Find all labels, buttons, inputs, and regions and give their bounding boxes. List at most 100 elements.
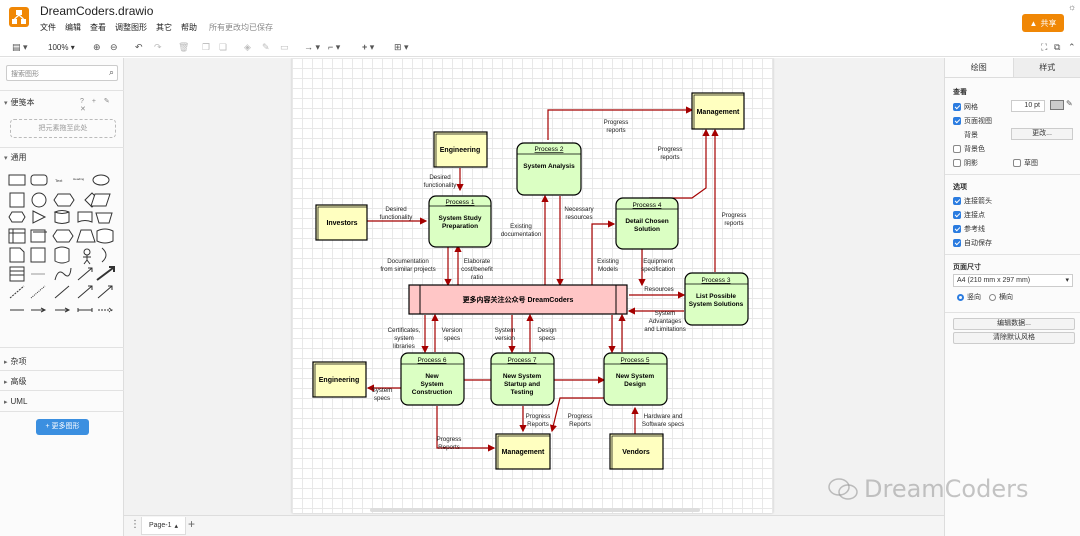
- zoom-select[interactable]: 100% ▾: [48, 40, 75, 54]
- more-shapes-button[interactable]: + 更多图形: [36, 419, 89, 435]
- grid-label: 网格: [964, 104, 978, 111]
- general-title: 通用: [10, 153, 27, 162]
- connection-points-label: 连接点: [964, 212, 985, 219]
- add-page-icon[interactable]: +: [188, 517, 195, 531]
- search-icon[interactable]: ⌕: [109, 67, 114, 78]
- paper-size-select[interactable]: A4 (210 mm x 297 mm) ▾: [953, 274, 1073, 287]
- to-back-icon[interactable]: ❏: [219, 40, 227, 54]
- chevron-down-icon: ▾: [1065, 277, 1069, 284]
- format-tabs: 绘图 样式: [945, 58, 1080, 78]
- theme-icon[interactable]: ☼: [1068, 2, 1076, 12]
- line-color-icon[interactable]: ✎: [262, 40, 270, 54]
- canvas-area[interactable]: Management Engineering Investors Enginee…: [124, 58, 944, 515]
- tab-style[interactable]: 样式: [1012, 58, 1080, 78]
- tab-diagram[interactable]: 绘图: [945, 58, 1013, 78]
- shadow-icon[interactable]: ▭: [280, 40, 289, 54]
- process-5-id: Process 5: [621, 357, 650, 364]
- advanced-header[interactable]: ▸ 高级: [4, 376, 27, 387]
- process-6-node: Process 6 New System Construction: [400, 352, 465, 406]
- split-icon[interactable]: ⧉: [1054, 40, 1060, 54]
- clear-default-style-button[interactable]: 清除默认风格: [953, 332, 1075, 344]
- shadow-checkbox[interactable]: 阴影: [953, 158, 978, 168]
- change-background-button[interactable]: 更改...: [1011, 128, 1073, 140]
- connection-points-checkbox[interactable]: 连接点: [953, 210, 985, 220]
- redo-icon[interactable]: ↷: [154, 40, 162, 54]
- page-menu-icon[interactable]: ⋮: [130, 519, 140, 530]
- general-header[interactable]: ▾ 通用: [4, 152, 27, 163]
- chevron-down-icon: ▾: [4, 154, 8, 162]
- to-front-icon[interactable]: ❐: [202, 40, 210, 54]
- svg-text:system: system: [394, 335, 414, 342]
- svg-text:Elaborate: Elaborate: [464, 258, 491, 265]
- investors-node: Investors: [315, 204, 368, 241]
- svg-text:Startup and: Startup and: [504, 381, 540, 388]
- save-status[interactable]: 所有更改均已保存: [209, 22, 273, 33]
- scratchpad-header[interactable]: ▾ 便笺本: [4, 97, 35, 108]
- sketch-checkbox[interactable]: 草图: [1013, 158, 1038, 168]
- checkbox-unchecked-icon: [953, 159, 961, 167]
- data-store-label: 更多内容关注公众号 DreamCoders: [463, 295, 574, 304]
- background-label: 背景: [964, 132, 978, 139]
- svg-text:cost/benefit: cost/benefit: [461, 266, 493, 273]
- zoom-out-icon[interactable]: ⊖: [110, 40, 118, 54]
- menu-arrange[interactable]: 调整图形: [115, 22, 147, 33]
- insert-icon[interactable]: + ▾: [362, 40, 374, 54]
- menu-edit[interactable]: 编辑: [65, 22, 81, 33]
- landscape-radio[interactable]: 横向: [989, 292, 1013, 302]
- page-view-checkbox[interactable]: 页面视图: [953, 116, 992, 126]
- search-input[interactable]: 搜索图形 ⌕: [6, 65, 118, 81]
- autosave-checkbox[interactable]: 自动保存: [953, 238, 992, 248]
- svg-text:from similar projects: from similar projects: [380, 266, 435, 273]
- bg-color-label: 背景色: [964, 146, 985, 153]
- process-6-id: Process 6: [418, 357, 447, 364]
- grid-checkbox[interactable]: 网格: [953, 102, 978, 112]
- svg-text:Detail Chosen: Detail Chosen: [625, 218, 668, 225]
- scratchpad-dropzone[interactable]: 把元素拖至此处: [10, 119, 116, 138]
- cylinder-shape-icon: [53, 210, 70, 224]
- trapezoid-shape-icon: [76, 229, 96, 243]
- file-title[interactable]: DreamCoders.drawio: [40, 4, 153, 18]
- delete-icon[interactable]: 🗑: [178, 40, 189, 54]
- grid-size-input[interactable]: 10 pt: [1011, 100, 1045, 112]
- share-button[interactable]: ▲ 共享: [1022, 14, 1064, 32]
- collapse-icon[interactable]: ⌃: [1068, 40, 1076, 54]
- svg-text:Hardware and: Hardware and: [644, 413, 683, 420]
- management-top-label: Management: [697, 109, 740, 116]
- fullscreen-icon[interactable]: ⛶: [1041, 40, 1047, 54]
- horizontal-scrollbar[interactable]: [370, 508, 700, 512]
- toolbar: ▤ ▾ 100% ▾ ⊕ ⊖ ↶ ↷ 🗑 ❐ ❏ ◈ ✎ ▭ → ▾ ⌐ ▾ +…: [0, 37, 1080, 57]
- edit-data-button[interactable]: 编辑数据...: [953, 318, 1075, 330]
- menu-file[interactable]: 文件: [40, 22, 56, 33]
- search-placeholder: 搜索图形: [11, 71, 39, 78]
- general-shapes-grid[interactable]: Text Heading: [8, 172, 116, 387]
- bg-color-checkbox[interactable]: 背景色: [953, 144, 985, 154]
- guides-checkbox[interactable]: 参考线: [953, 224, 985, 234]
- waypoints-icon[interactable]: ⌐ ▾: [328, 40, 340, 54]
- menu-extras[interactable]: 其它: [156, 22, 172, 33]
- connection-arrows-checkbox[interactable]: 连接箭头: [953, 196, 992, 206]
- edit-color-icon[interactable]: ✎: [1066, 99, 1073, 108]
- svg-text:Progress: Progress: [604, 119, 629, 126]
- dfd-diagram[interactable]: Management Engineering Investors Enginee…: [292, 58, 773, 513]
- radio-unselected-icon: [989, 293, 996, 301]
- zoom-in-icon[interactable]: ⊕: [93, 40, 101, 54]
- format-panel-toggle-icon[interactable]: ▤ ▾: [12, 40, 28, 54]
- undo-icon[interactable]: ↶: [135, 40, 143, 54]
- connection-icon[interactable]: → ▾: [304, 40, 320, 54]
- misc-header[interactable]: ▸ 杂项: [4, 356, 27, 367]
- diagram-page[interactable]: Management Engineering Investors Enginee…: [292, 58, 773, 513]
- grid-color-swatch[interactable]: [1050, 100, 1064, 110]
- table-icon[interactable]: ⊞ ▾: [394, 40, 409, 54]
- page-tab[interactable]: Page-1 ▴: [141, 517, 186, 535]
- scratchpad-actions[interactable]: ? + ✎ ✕: [80, 97, 123, 113]
- menu-view[interactable]: 查看: [90, 22, 106, 33]
- portrait-radio[interactable]: 竖向: [957, 292, 981, 302]
- svg-text:System Study: System Study: [439, 215, 482, 222]
- menu-help[interactable]: 帮助: [181, 22, 197, 33]
- watermark-text: DreamCoders: [864, 475, 1029, 503]
- fill-color-icon[interactable]: ◈: [244, 40, 251, 54]
- svg-text:Progress: Progress: [568, 413, 593, 420]
- uml-header[interactable]: ▸ UML: [4, 397, 27, 406]
- card-shape-icon: [30, 247, 46, 263]
- circle-shape-icon: [31, 192, 47, 208]
